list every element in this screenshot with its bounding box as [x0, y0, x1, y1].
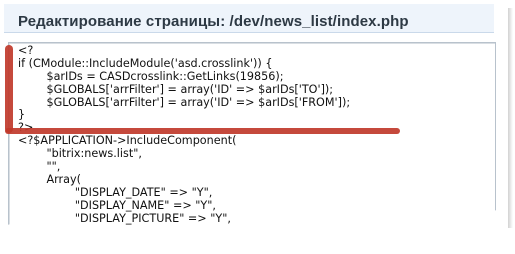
code-line: "bitrix:news.list", — [18, 147, 142, 161]
highlight-marker-underline — [5, 128, 400, 134]
frame-shadow — [508, 8, 513, 228]
code-line: } — [18, 108, 26, 122]
torn-paper-frame: Редактирование страницы: /dev/news_list/… — [0, 0, 508, 229]
code-line: "DISPLAY_PICTURE" => "Y", — [18, 211, 231, 225]
code-line: $GLOBALS['arrFilter'] = array('ID' => $a… — [18, 95, 351, 109]
highlight-marker-vertical — [5, 45, 13, 133]
code-line: $arIDs = CASDcrosslink::GetLinks(19856); — [18, 69, 284, 83]
code-line: "DISPLAY_DATE" => "Y", — [18, 185, 213, 199]
screenshot-stage: Редактирование страницы: /dev/news_list/… — [0, 0, 515, 254]
code-line: $GLOBALS['arrFilter'] = array('ID' => $a… — [18, 82, 334, 96]
title-bar: Редактирование страницы: /dev/news_list/… — [4, 4, 494, 33]
code-line: "", — [18, 160, 61, 174]
page-title: Редактирование страницы: /dev/news_list/… — [18, 13, 409, 30]
code-editor[interactable]: <? if (CModule::IncludeModule('asd.crossl… — [8, 42, 496, 229]
code-line: "DISPLAY_NAME" => "Y", — [18, 198, 216, 212]
code-line: Array( — [18, 172, 81, 186]
code-line: <? — [18, 44, 34, 57]
code-line: if (CModule::IncludeModule('asd.crosslin… — [18, 56, 273, 70]
code-text[interactable]: <? if (CModule::IncludeModule('asd.crossl… — [18, 44, 351, 225]
